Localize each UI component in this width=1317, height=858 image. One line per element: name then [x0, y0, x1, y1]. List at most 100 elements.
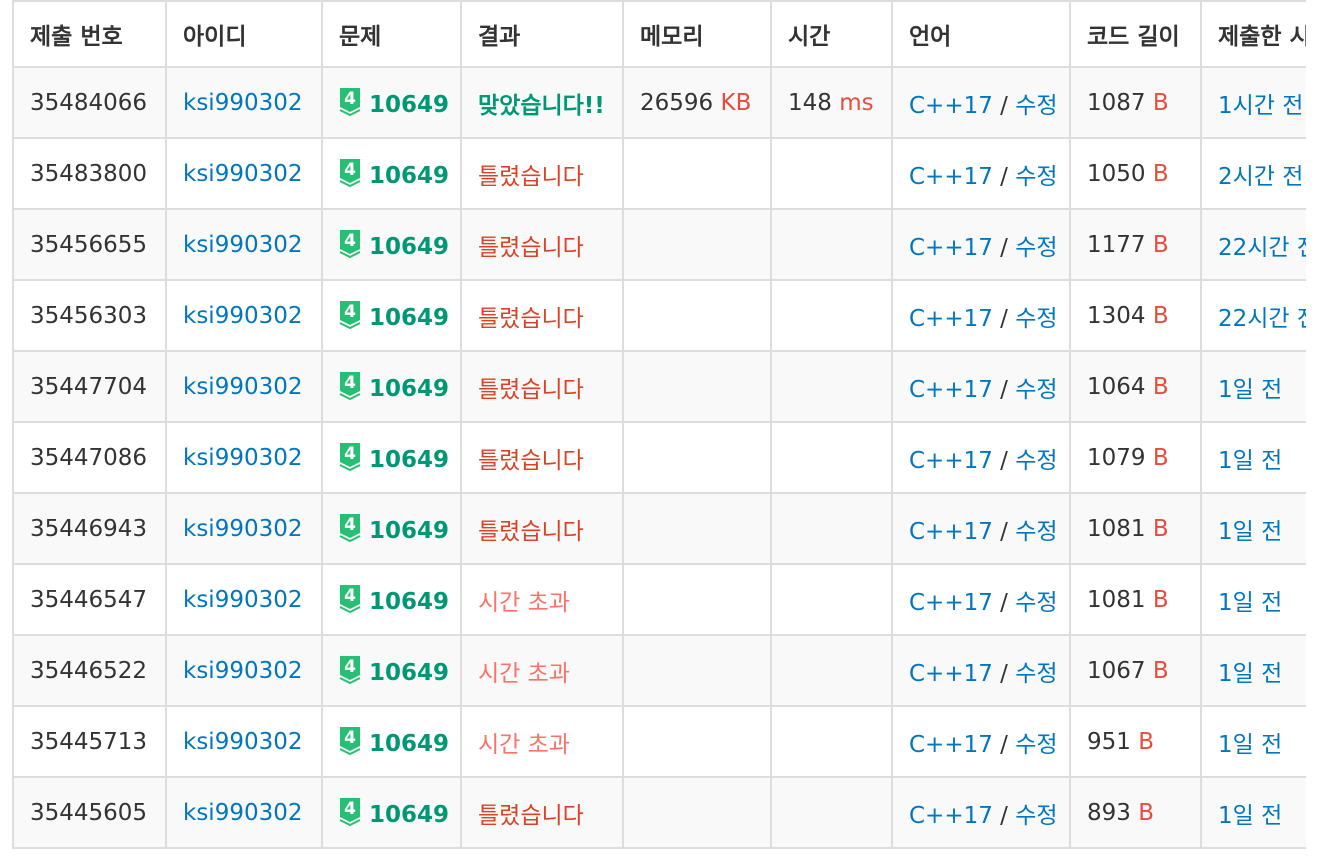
submission-id-cell: 35446547	[12, 563, 167, 636]
memory-cell	[622, 705, 772, 778]
user-link[interactable]: ksi990302	[183, 303, 303, 329]
language-link[interactable]: C++17	[909, 164, 993, 190]
user-link[interactable]: ksi990302	[183, 445, 303, 471]
tier-badge-icon: 4	[339, 300, 361, 330]
problem-link[interactable]: 10649	[369, 376, 449, 402]
language-cell: C++17 / 수정	[891, 208, 1071, 281]
user-link[interactable]: ksi990302	[183, 587, 303, 613]
language-cell: C++17 / 수정	[891, 421, 1071, 494]
problem-link[interactable]: 10649	[369, 447, 449, 473]
edit-link[interactable]: 수정	[1015, 590, 1057, 616]
language-link[interactable]: C++17	[909, 732, 993, 758]
user-link[interactable]: ksi990302	[183, 516, 303, 542]
language-cell: C++17 / 수정	[891, 279, 1071, 352]
separator: /	[992, 447, 1016, 474]
edit-link[interactable]: 수정	[1015, 661, 1057, 687]
tier-level: 4	[344, 799, 356, 819]
user-link[interactable]: ksi990302	[183, 800, 303, 826]
submission-id-cell: 35447704	[12, 350, 167, 423]
problem-cell: 4 10649	[321, 66, 462, 139]
submission-id: 35484066	[30, 89, 148, 116]
memory-cell	[622, 350, 772, 423]
edit-link[interactable]: 수정	[1015, 235, 1057, 261]
user-link[interactable]: ksi990302	[183, 161, 303, 187]
language-link[interactable]: C++17	[909, 661, 993, 687]
user-cell: ksi990302	[165, 705, 323, 778]
table-row: 35446522 ksi990302 4 10649 시간 초과 C++17 / 수정 10…	[12, 634, 1306, 707]
submitted-at-link[interactable]: 1일 전	[1218, 661, 1282, 687]
language-link[interactable]: C++17	[909, 448, 993, 474]
separator: /	[992, 518, 1016, 545]
problem-cell: 4 10649	[321, 705, 462, 778]
user-cell: ksi990302	[165, 421, 323, 494]
submission-id: 35447086	[30, 444, 148, 471]
submitted-at-link[interactable]: 2시간 전	[1218, 164, 1303, 190]
problem-link[interactable]: 10649	[369, 518, 449, 544]
user-link[interactable]: ksi990302	[183, 729, 303, 755]
memory-cell	[622, 279, 772, 352]
user-link[interactable]: ksi990302	[183, 374, 303, 400]
result-text: 틀렸습니다	[478, 163, 584, 190]
code-length-value: 951	[1087, 728, 1131, 755]
edit-link[interactable]: 수정	[1015, 306, 1057, 332]
language-link[interactable]: C++17	[909, 306, 993, 332]
problem-link[interactable]: 10649	[369, 163, 449, 189]
problem-link[interactable]: 10649	[369, 802, 449, 828]
edit-link[interactable]: 수정	[1015, 732, 1057, 758]
language-cell: C++17 / 수정	[891, 705, 1071, 778]
edit-link[interactable]: 수정	[1015, 377, 1057, 403]
submitted-at-link[interactable]: 22시간 전	[1218, 235, 1306, 261]
problem-link[interactable]: 10649	[369, 589, 449, 615]
submission-id-cell: 35446943	[12, 492, 167, 565]
separator: /	[992, 376, 1016, 403]
submitted-at-link[interactable]: 1일 전	[1218, 448, 1282, 474]
language-link[interactable]: C++17	[909, 519, 993, 545]
user-cell: ksi990302	[165, 279, 323, 352]
language-link[interactable]: C++17	[909, 803, 993, 829]
submitted-at-link[interactable]: 1일 전	[1218, 732, 1282, 758]
submission-id: 35447704	[30, 373, 148, 400]
code-length-unit: B	[1152, 444, 1169, 471]
problem-link[interactable]: 10649	[369, 660, 449, 686]
submitted-at-cell: 1일 전	[1200, 776, 1306, 849]
edit-link[interactable]: 수정	[1015, 164, 1057, 190]
problem-link[interactable]: 10649	[369, 731, 449, 757]
language-link[interactable]: C++17	[909, 377, 993, 403]
result-cell: 틀렸습니다	[460, 137, 624, 210]
problem-link[interactable]: 10649	[369, 234, 449, 260]
problem-cell: 4 10649	[321, 492, 462, 565]
user-link[interactable]: ksi990302	[183, 658, 303, 684]
language-link[interactable]: C++17	[909, 93, 993, 119]
separator: /	[992, 234, 1016, 261]
time-cell	[770, 492, 893, 565]
edit-link[interactable]: 수정	[1015, 519, 1057, 545]
tier-badge-icon: 4	[339, 655, 361, 685]
submitted-at-link[interactable]: 1일 전	[1218, 590, 1282, 616]
time-cell	[770, 350, 893, 423]
memory-cell	[622, 492, 772, 565]
code-length-value: 1177	[1087, 231, 1146, 258]
header-submitted-at: 제출한 시간	[1200, 0, 1306, 68]
time-unit: ms	[839, 89, 874, 116]
problem-link[interactable]: 10649	[369, 92, 449, 118]
edit-link[interactable]: 수정	[1015, 93, 1057, 119]
code-length-cell: 1050 B	[1069, 137, 1202, 210]
code-length-unit: B	[1152, 586, 1169, 613]
submitted-at-link[interactable]: 1일 전	[1218, 377, 1282, 403]
table-row: 35447704 ksi990302 4 10649 틀렸습니다 C++17 / 수정 10…	[12, 350, 1306, 423]
user-link[interactable]: ksi990302	[183, 232, 303, 258]
edit-link[interactable]: 수정	[1015, 448, 1057, 474]
header-time: 시간	[770, 0, 893, 68]
edit-link[interactable]: 수정	[1015, 803, 1057, 829]
problem-link[interactable]: 10649	[369, 305, 449, 331]
language-link[interactable]: C++17	[909, 235, 993, 261]
submission-id-cell: 35484066	[12, 66, 167, 139]
submitted-at-link[interactable]: 1일 전	[1218, 519, 1282, 545]
user-link[interactable]: ksi990302	[183, 90, 303, 116]
code-length-unit: B	[1152, 515, 1169, 542]
problem-cell: 4 10649	[321, 137, 462, 210]
submitted-at-link[interactable]: 1일 전	[1218, 803, 1282, 829]
language-link[interactable]: C++17	[909, 590, 993, 616]
submitted-at-link[interactable]: 1시간 전	[1218, 93, 1303, 119]
submitted-at-link[interactable]: 22시간 전	[1218, 306, 1306, 332]
